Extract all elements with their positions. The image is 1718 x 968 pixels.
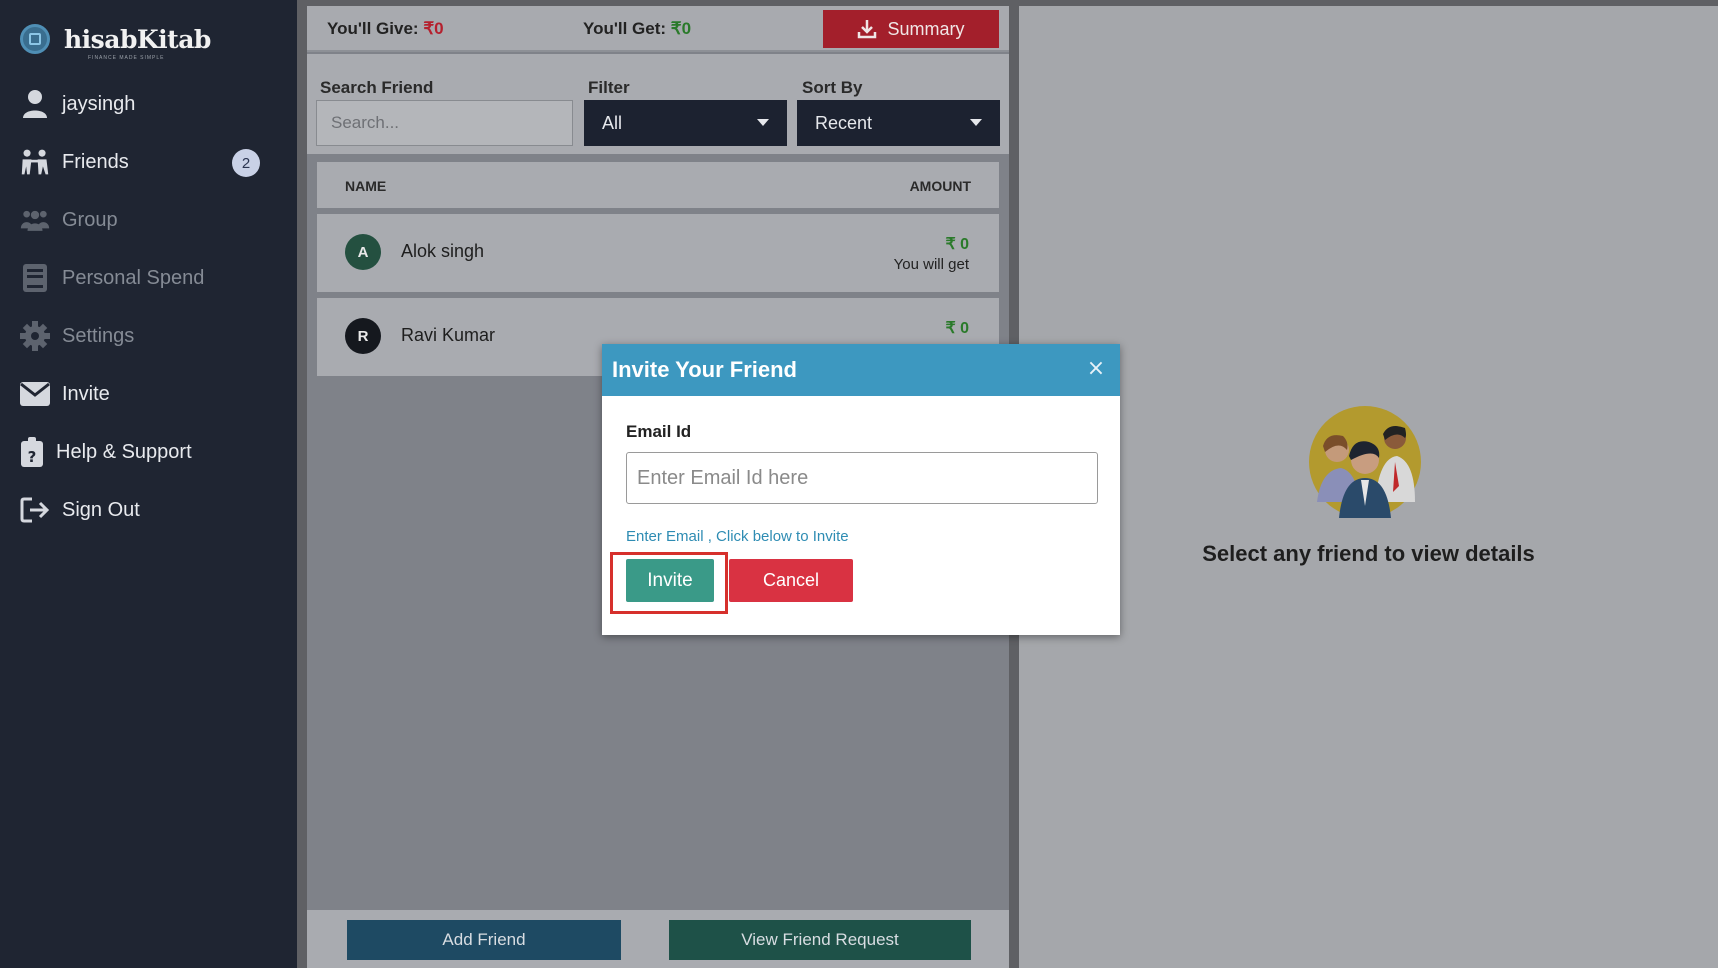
invite-modal: Invite Your Friend × Email Id Enter Emai… <box>602 344 1120 635</box>
friend-row[interactable]: A Alok singh ₹ 0 You will get <box>317 214 999 292</box>
brand-logo[interactable]: hisabKitab <box>20 24 211 54</box>
sidebar: hisabKitab FINANCE MADE SIMPLE jaysingh … <box>0 0 297 968</box>
friends-illustration-icon <box>1309 406 1421 518</box>
you-give: You'll Give: ₹0 <box>327 19 444 39</box>
give-value: ₹0 <box>423 19 444 38</box>
sidebar-item-label: Sign Out <box>62 498 140 521</box>
column-amount: AMOUNT <box>909 178 971 194</box>
search-input[interactable] <box>316 100 573 146</box>
modal-title: Invite Your Friend <box>612 357 797 382</box>
sort-select[interactable]: Recent <box>797 100 1000 146</box>
filter-bar: Search Friend Filter All Sort By Recent <box>307 54 1009 154</box>
action-bar: Add Friend View Friend Request <box>307 910 1009 968</box>
email-field[interactable] <box>626 452 1098 504</box>
sidebar-item-personal-spend[interactable]: Personal Spend <box>20 258 280 298</box>
email-label: Email Id <box>626 422 692 441</box>
sidebar-item-label: Friends <box>62 150 129 173</box>
filter-select[interactable]: All <box>584 100 787 146</box>
friend-status: You will get <box>893 256 969 273</box>
avatar: R <box>345 318 381 354</box>
balance-bar: You'll Give: ₹0 You'll Get: ₹0 Summary <box>307 6 1009 52</box>
cancel-button[interactable]: Cancel <box>729 559 853 602</box>
summary-button[interactable]: Summary <box>823 10 999 48</box>
sidebar-item-label: jaysingh <box>62 92 136 115</box>
summary-label: Summary <box>887 18 965 39</box>
friend-name: Ravi Kumar <box>401 325 496 345</box>
brand-name: hisabKitab <box>64 24 211 54</box>
envelope-icon <box>20 379 50 409</box>
download-icon <box>858 20 877 39</box>
view-friend-request-button[interactable]: View Friend Request <box>669 920 971 960</box>
friend-amount: ₹ 0 <box>945 236 969 253</box>
caret-down-icon <box>970 119 982 126</box>
gear-icon <box>20 321 50 351</box>
details-panel: Select any friend to view details <box>1019 6 1718 968</box>
get-label: You'll Get: <box>583 19 667 38</box>
filter-label: Filter <box>588 78 630 97</box>
avatar: A <box>345 234 381 270</box>
logo-icon <box>20 24 50 54</box>
sidebar-item-sign-out[interactable]: Sign Out <box>20 490 280 530</box>
give-label: You'll Give: <box>327 19 419 38</box>
invite-hint: Enter Email , Click below to Invite <box>626 528 849 545</box>
brand-tagline: FINANCE MADE SIMPLE <box>88 55 165 61</box>
friends-icon <box>20 147 50 177</box>
sidebar-item-invite[interactable]: Invite <box>20 374 280 414</box>
invite-button[interactable]: Invite <box>626 559 714 602</box>
sidebar-item-label: Personal Spend <box>62 266 205 289</box>
friends-count-badge: 2 <box>232 149 260 177</box>
sidebar-item-friends[interactable]: Friends 2 <box>20 142 280 182</box>
add-friend-button[interactable]: Add Friend <box>347 920 621 960</box>
table-header: NAME AMOUNT <box>317 162 999 208</box>
friend-name: Alok singh <box>401 241 485 261</box>
you-get: You'll Get: ₹0 <box>583 19 691 39</box>
get-value: ₹0 <box>670 19 692 38</box>
sidebar-item-label: Group <box>62 208 118 231</box>
sidebar-item-profile[interactable]: jaysingh <box>20 84 280 124</box>
modal-header: Invite Your Friend <box>602 344 1120 396</box>
sidebar-item-label: Help & Support <box>56 440 192 463</box>
caret-down-icon <box>757 119 769 126</box>
friend-amount: ₹ 0 <box>945 320 969 337</box>
close-icon[interactable]: × <box>1086 358 1106 380</box>
sidebar-item-settings[interactable]: Settings <box>20 316 280 356</box>
sort-label: Sort By <box>802 78 863 97</box>
sidebar-item-group[interactable]: Group <box>20 200 280 240</box>
sort-value: Recent <box>815 112 873 133</box>
search-label: Search Friend <box>320 78 434 97</box>
empty-state-message: Select any friend to view details <box>1202 541 1535 566</box>
clipboard-question-icon: ? <box>20 437 44 467</box>
sidebar-item-label: Settings <box>62 324 135 347</box>
sidebar-item-label: Invite <box>62 382 110 405</box>
book-icon <box>20 263 50 293</box>
user-icon <box>20 89 50 119</box>
svg-text:?: ? <box>28 448 37 466</box>
column-name: NAME <box>345 178 387 194</box>
sign-out-icon <box>20 495 50 525</box>
group-icon <box>20 205 50 235</box>
sidebar-item-help-support[interactable]: ? Help & Support <box>20 432 280 472</box>
filter-value: All <box>602 112 623 133</box>
